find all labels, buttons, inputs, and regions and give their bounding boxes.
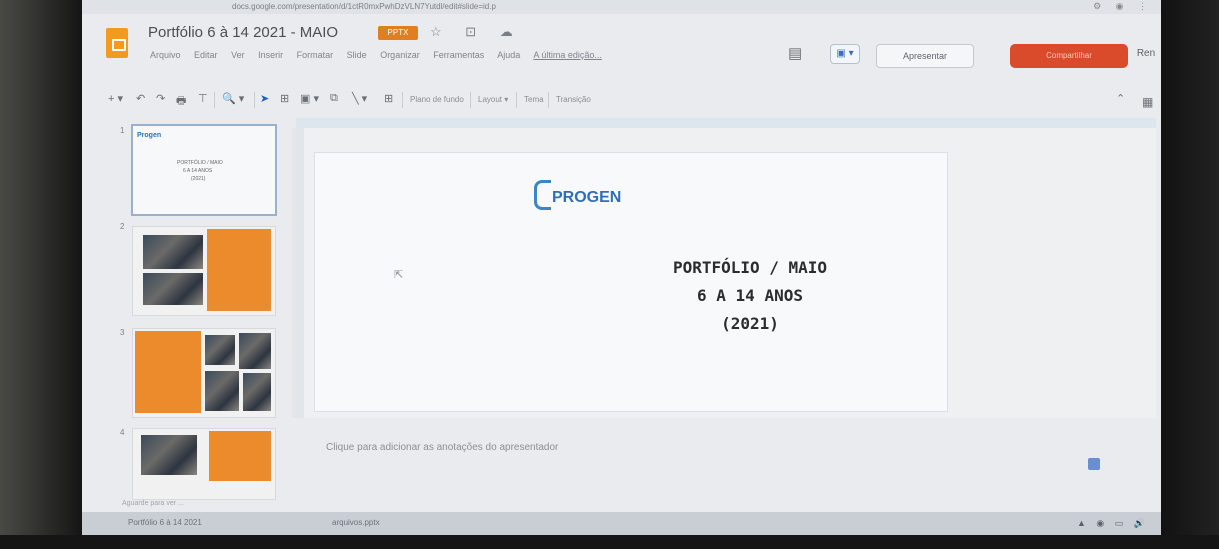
thumb-photo <box>143 273 203 305</box>
meet-camera-button[interactable]: ▣ ▾ <box>830 44 860 64</box>
thumb-text: PORTFÓLIO / MAIO <box>177 160 223 166</box>
menu-slide[interactable]: Slide <box>347 50 367 60</box>
transition-button[interactable]: Transição <box>556 95 591 104</box>
mouse-cursor-icon: ⇱ <box>394 269 404 281</box>
textbox-tool-icon[interactable]: ⊞ <box>280 92 289 105</box>
progen-logo[interactable]: PROGEN <box>534 180 621 210</box>
slide-thumbnail-4[interactable] <box>132 428 276 500</box>
slide-number: 1 <box>120 126 125 135</box>
slide-thumbnail-1[interactable]: Progen PORTFÓLIO / MAIO 6 A 14 ANOS (202… <box>131 124 277 216</box>
calendar-icon[interactable]: ▦ <box>1142 95 1153 109</box>
line-tool-icon[interactable]: ╲ ▾ <box>352 92 367 105</box>
slide-thumbnail-3[interactable] <box>132 328 276 418</box>
taskbar-item[interactable]: Portfólio 6 à 14 2021 <box>128 518 202 527</box>
pptx-badge: PPTX <box>378 26 418 40</box>
taskbar-item[interactable]: arquivos.pptx <box>332 518 380 527</box>
toolbar-divider <box>516 92 517 108</box>
select-tool-icon[interactable]: ➤ <box>260 92 269 105</box>
collapse-toolbar-icon[interactable]: ⌃ <box>1116 92 1125 105</box>
slides-app-icon[interactable] <box>106 28 128 58</box>
browser-url-bar[interactable]: docs.google.com/presentation/d/1ctR0mxPw… <box>82 0 1161 14</box>
redo-icon[interactable]: ↷ <box>156 92 165 105</box>
present-button-label: Apresentar <box>902 51 948 61</box>
thumb-text: (2021) <box>191 176 206 182</box>
share-button[interactable]: Compartilhar <box>1010 44 1128 68</box>
share-button-label: Compartilhar <box>1046 51 1092 60</box>
monitor-bezel-right <box>1161 0 1219 549</box>
thumb-photo <box>143 235 203 269</box>
last-edit-link[interactable]: A última edição... <box>533 50 602 60</box>
taskbar: Portfólio 6 à 14 2021 arquivos.pptx ▲ ◉ … <box>82 512 1161 535</box>
thumb-text-panel <box>135 331 201 413</box>
current-slide[interactable] <box>314 152 948 412</box>
toolbar: + ▾ ↶ ↷ 🖶 ⊤ 🔍 ▾ ➤ ⊞ ▣ ▾ ⧉ ╲ ▾ ⊞ Plano de… <box>108 88 1128 112</box>
horizontal-ruler <box>296 118 1156 128</box>
layout-button[interactable]: Layout ▾ <box>478 95 508 104</box>
background-button[interactable]: Plano de fundo <box>410 95 464 104</box>
new-slide-button[interactable]: + ▾ <box>108 92 123 105</box>
screen: docs.google.com/presentation/d/1ctR0mxPw… <box>82 0 1161 535</box>
thumb-logo: Progen <box>137 132 162 139</box>
image-tool-icon[interactable]: ▣ ▾ <box>300 92 319 105</box>
slide-thumbnail-2[interactable] <box>132 226 276 316</box>
zoom-button[interactable]: 🔍 ▾ <box>222 92 244 105</box>
thumb-photo <box>141 435 197 475</box>
system-tray-icons[interactable]: ▲ ◉ ▭ 🔊 <box>1077 518 1149 529</box>
slide-number: 4 <box>120 428 125 437</box>
status-text: Aguarde para ver ... <box>122 500 184 507</box>
monitor-bezel-left <box>0 0 82 549</box>
slide-title-line-2[interactable]: 6 A 14 ANOS <box>630 286 870 305</box>
explore-icon[interactable] <box>1088 458 1100 470</box>
menu-ajuda[interactable]: Ajuda <box>497 50 520 60</box>
avatar[interactable]: Ren <box>1134 44 1158 64</box>
thumb-text: 6 A 14 ANOS <box>183 168 213 174</box>
slide-number: 3 <box>120 328 125 337</box>
menu-bar: Arquivo Editar Ver Inserir Formatar Slid… <box>150 50 613 60</box>
monitor-bezel-bottom <box>0 535 1219 549</box>
toolbar-divider <box>402 92 403 108</box>
theme-button[interactable]: Tema <box>524 95 544 104</box>
speaker-notes[interactable]: Clique para adicionar as anotações do ap… <box>326 442 558 453</box>
url-text[interactable]: docs.google.com/presentation/d/1ctR0mxPw… <box>232 2 496 11</box>
menu-editar[interactable]: Editar <box>194 50 218 60</box>
menu-organizar[interactable]: Organizar <box>380 50 420 60</box>
vertical-ruler <box>292 128 304 418</box>
thumb-photo <box>205 371 239 411</box>
shape-tool-icon[interactable]: ⧉ <box>330 92 338 105</box>
toolbar-divider <box>254 92 255 108</box>
menu-ferramentas[interactable]: Ferramentas <box>433 50 484 60</box>
star-move-cloud-icons[interactable]: ☆ ⊡ ☁ <box>430 24 523 40</box>
slide-title-line-3[interactable]: (2021) <box>630 314 870 333</box>
progen-logo-mark <box>534 180 551 210</box>
thumb-photo <box>205 335 235 365</box>
slide-title-line-1[interactable]: PORTFÓLIO / MAIO <box>630 258 870 277</box>
comment-tool-icon[interactable]: ⊞ <box>384 92 393 105</box>
menu-ver[interactable]: Ver <box>231 50 245 60</box>
thumb-text-panel <box>207 229 271 311</box>
menu-formatar[interactable]: Formatar <box>297 50 334 60</box>
menu-inserir[interactable]: Inserir <box>258 50 283 60</box>
slide-number: 2 <box>120 222 125 231</box>
thumb-text-panel <box>209 431 271 481</box>
slide-filmstrip: 1 Progen PORTFÓLIO / MAIO 6 A 14 ANOS (2… <box>82 118 287 510</box>
toolbar-divider <box>214 92 215 108</box>
thumb-photo <box>239 333 271 369</box>
thumb-photo <box>243 373 271 411</box>
paint-format-icon[interactable]: ⊤ <box>198 92 208 105</box>
present-button[interactable]: Apresentar <box>876 44 974 68</box>
document-title[interactable]: Portfólio 6 à 14 2021 - MAIO <box>148 24 338 41</box>
extensions-icons[interactable]: ⚙ ◉ ⋮ <box>1093 1 1153 12</box>
progen-logo-text: PROGEN <box>552 189 622 206</box>
undo-icon[interactable]: ↶ <box>136 92 145 105</box>
toolbar-divider <box>470 92 471 108</box>
toolbar-divider <box>548 92 549 108</box>
menu-arquivo[interactable]: Arquivo <box>150 50 181 60</box>
comments-icon[interactable]: ▤ <box>788 44 802 62</box>
print-icon[interactable]: 🖶 <box>176 92 186 111</box>
